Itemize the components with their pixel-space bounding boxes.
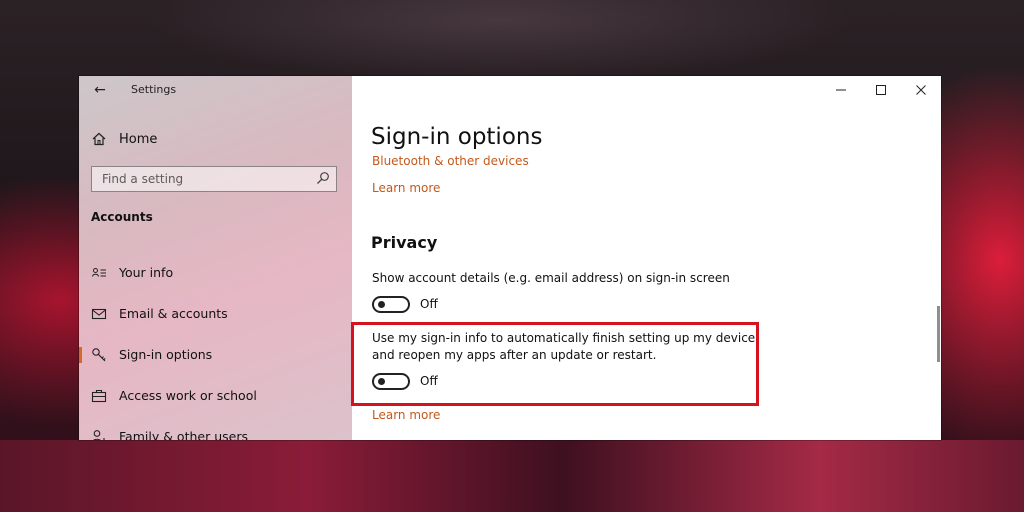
sign-in-info-line-1: Use my sign-in info to automatically fin… — [372, 331, 756, 345]
toggle-state-label: Off — [420, 374, 438, 388]
close-button[interactable] — [901, 76, 941, 104]
search-icon[interactable] — [316, 171, 330, 185]
person-card-icon — [92, 267, 106, 277]
learn-more-link[interactable]: Learn more — [372, 408, 440, 422]
sidebar-item-your-info[interactable]: Your info — [79, 252, 352, 293]
page-title: Sign-in options — [371, 124, 543, 150]
section-heading-accounts: Accounts — [91, 210, 153, 224]
sidebar-item-label: Sign-in options — [119, 347, 213, 362]
minimize-button[interactable] — [821, 76, 861, 104]
key-icon — [92, 347, 106, 361]
home-icon — [92, 132, 106, 146]
desktop-wallpaper — [0, 440, 1024, 512]
toggle-knob — [378, 377, 385, 385]
show-account-details-toggle[interactable] — [372, 295, 410, 313]
sidebar-item-family-other-users[interactable]: Family & other users — [79, 416, 352, 440]
search-input[interactable] — [92, 167, 312, 191]
person-add-icon — [92, 429, 107, 440]
show-account-details-label: Show account details (e.g. email address… — [372, 271, 730, 285]
window-title: Settings — [131, 83, 177, 96]
search-box[interactable] — [91, 166, 337, 192]
maximize-icon — [876, 85, 886, 95]
sidebar-item-label: Your info — [119, 265, 174, 280]
sign-in-info-toggle[interactable] — [372, 372, 410, 390]
home-nav-item[interactable]: Home — [91, 129, 157, 149]
title-bar: ← Settings — [79, 76, 352, 104]
sidebar-item-label: Access work or school — [119, 388, 257, 403]
sidebar: ← Settings Home Accounts — [79, 76, 352, 440]
caption-buttons — [821, 76, 941, 104]
sidebar-item-email-accounts[interactable]: Email & accounts — [79, 293, 352, 334]
toggle-knob — [378, 300, 385, 308]
sidebar-nav: Your info Email & accounts Sign-in optio… — [79, 252, 352, 440]
sidebar-item-label: Email & accounts — [119, 306, 228, 321]
sidebar-item-access-work-school[interactable]: Access work or school — [79, 375, 352, 416]
minimize-icon — [836, 89, 846, 91]
sidebar-item-sign-in-options[interactable]: Sign-in options — [79, 334, 352, 375]
scrollbar[interactable] — [937, 306, 940, 362]
privacy-heading: Privacy — [371, 233, 438, 252]
home-label: Home — [119, 131, 158, 147]
briefcase-icon — [91, 389, 107, 402]
settings-window: ← Settings Home Accounts — [79, 76, 941, 440]
sign-in-info-setting: Off — [372, 371, 438, 391]
back-arrow-icon[interactable]: ← — [91, 81, 109, 99]
mail-icon — [91, 308, 107, 319]
sign-in-info-line-2: and reopen my apps after an update or re… — [372, 348, 657, 362]
maximize-button[interactable] — [861, 76, 901, 104]
sidebar-item-label: Family & other users — [119, 429, 248, 440]
toggle-state-label: Off — [420, 297, 438, 311]
main-content: Sign-in options Bluetooth & other device… — [352, 76, 941, 440]
show-account-details-setting: Off — [372, 294, 438, 314]
close-icon — [916, 85, 926, 95]
bluetooth-devices-link[interactable]: Bluetooth & other devices — [372, 154, 529, 168]
learn-more-link[interactable]: Learn more — [372, 181, 440, 195]
sign-in-info-label: Use my sign-in info to automatically fin… — [372, 330, 792, 364]
